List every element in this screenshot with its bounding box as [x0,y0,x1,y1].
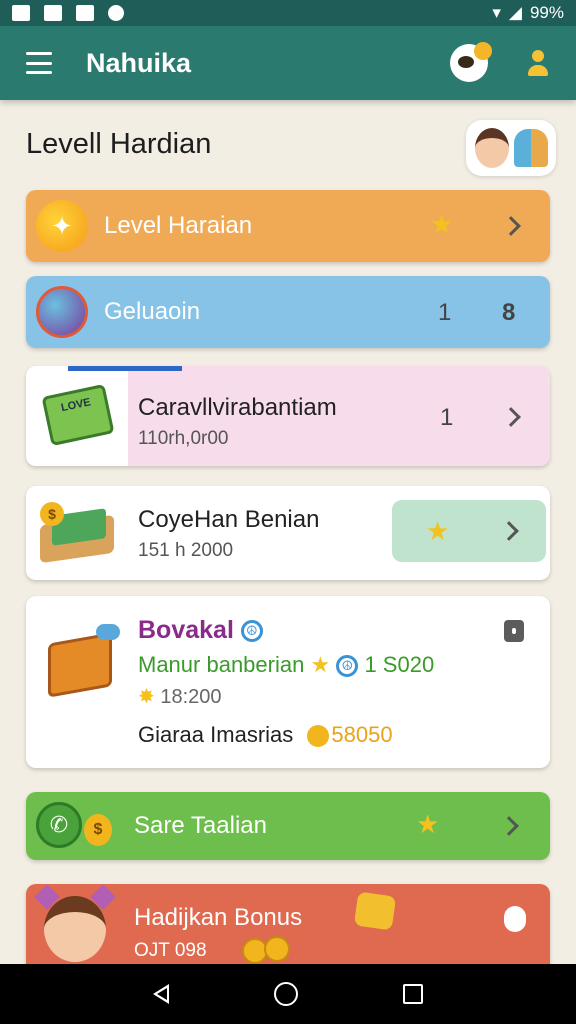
system-nav-bar [0,964,576,1024]
menu-icon[interactable] [26,52,52,74]
row-subtitle: OJT 098 [134,940,207,961]
row-title: Caravllvirabantiam [138,394,337,421]
wifi-icon: ▾ [492,3,501,22]
star-icon: ★ [426,516,450,546]
bovakal-card[interactable]: Bovakal ☮ Manur banberian ★ ☮ 1 S020 ✸ 1… [26,596,550,768]
star-icon: ★ [430,209,454,239]
home-icon[interactable] [273,982,298,1006]
geluaoin-row[interactable]: Geluaoin 1 8 [26,276,550,348]
kid-avatar-icon [44,896,106,962]
row-trailing-value: 8 [502,299,516,326]
card-title: Bovakal [138,616,234,644]
caravll-row[interactable]: LOVE Caravllvirabantiam 110rh,0r00 1 [26,366,550,466]
chevron-right-icon [501,407,521,427]
peace-icon: ☮ [240,620,263,643]
girl-avatar-icon [474,128,509,168]
star-icon: ★ [416,809,440,839]
settings-notification-icon [108,5,124,21]
card-line3: 18:200 [160,686,222,708]
status-bar: ▾ ◢ 99% [0,0,576,26]
back-icon[interactable] [152,984,169,1004]
card-line2: Manur banberian [138,652,305,677]
treasure-chest-icon [42,624,120,698]
row-title: Level Haraian [104,212,253,239]
level-harian-row[interactable]: ✦ Level Haraian ★ [26,190,550,262]
coin-stack-icon [242,936,302,966]
camera-notification-icon [76,5,94,21]
star-icon: ★ [310,652,331,677]
row-title: Hadijkan Bonus [134,904,303,931]
profile-icon[interactable] [526,48,550,78]
chevron-right-icon [499,521,519,541]
chevron-right-icon [501,216,521,236]
coyehan-row[interactable]: $ CoyeHan Benian 151 h 2000 ★ [26,486,550,580]
chevron-right-icon [499,816,519,836]
lock-icon[interactable] [504,620,524,642]
signal-icon: ◢ [508,3,522,22]
recents-icon[interactable] [403,984,424,1004]
shield-notification-icon [44,5,62,21]
row-count: 1 [438,299,452,326]
gift-icon [353,891,397,931]
peace-icon: ☮ [336,655,359,678]
page-title: Levell Hardian [26,128,212,160]
card-line4-value: 58050 [331,722,393,747]
star-icon: ✸ [138,686,155,708]
row-title: CoyeHan Benian [138,506,320,533]
mascot-icon[interactable] [450,42,492,82]
phone-icon: ✆ [36,802,82,848]
row-subtitle: 151 h 2000 [138,540,234,561]
avatar-group[interactable] [466,120,556,176]
app-title: Nahuika [86,47,192,78]
row-title: Geluaoin [104,298,201,325]
globe-icon [36,286,88,338]
row-action-pill[interactable]: ★ [392,500,546,562]
house-avatar-icon [513,129,548,167]
battery-level: 99% [529,3,564,22]
row-subtitle: 110rh,0r00 [138,428,229,449]
row-progress-bar [68,366,182,371]
row-count: 1 [440,404,454,431]
app-bar: Nahuika [0,26,576,100]
card-line4: Giaraa Imasrias [138,722,294,747]
toggle-switch[interactable] [504,906,526,932]
row-title: Sare Taalian [134,812,267,839]
sare-taalian-row[interactable]: ✆ $ Sare Taalian ★ [26,792,550,860]
image-notification-icon [12,5,30,21]
coin-icon [307,725,330,748]
book-icon: $ [40,502,114,564]
card-line2-value: 1 S020 [364,652,435,677]
bolt-icon: ✦ [36,200,88,252]
money-bag-icon: $ [84,814,112,846]
